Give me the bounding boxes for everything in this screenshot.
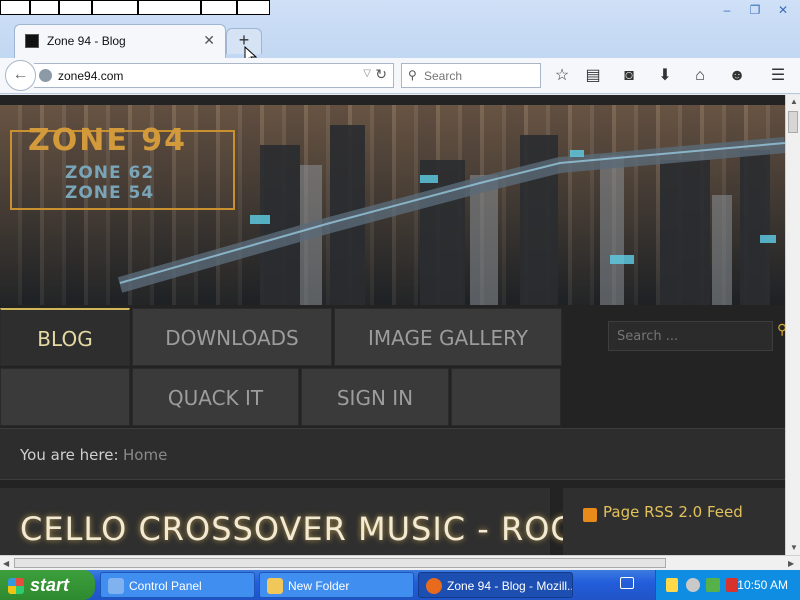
minimize-button[interactable]: – — [720, 4, 734, 16]
firefox-icon — [426, 578, 442, 594]
clock-tray-icon[interactable] — [686, 578, 700, 592]
taskbar-item-label: Control Panel — [129, 579, 202, 593]
site-search-input[interactable] — [609, 322, 772, 350]
site-search-box[interactable] — [608, 321, 773, 351]
window-placeholder-blocks — [0, 0, 270, 15]
url-text[interactable]: zone94.com — [58, 69, 123, 83]
logo-sub-text-1: ZONE 62 — [65, 163, 155, 183]
logo-sub-text-2: ZONE 54 — [65, 183, 155, 203]
scroll-left-icon[interactable]: ◀ — [3, 559, 9, 568]
windows-logo-icon — [8, 578, 24, 594]
taskbar-clock[interactable]: 10:50 AM — [737, 578, 788, 592]
site-search-icon[interactable]: ⚲ — [777, 321, 785, 338]
shield-icon[interactable] — [666, 578, 678, 592]
windows-taskbar: start Control Panel New Folder Zone 94 -… — [0, 570, 800, 600]
download-icon[interactable]: ⬇ — [655, 66, 675, 86]
window-controls: – ❐ ✕ — [720, 4, 790, 16]
taskbar-item-label: New Folder — [288, 579, 350, 593]
rss-icon — [583, 508, 597, 522]
start-button[interactable]: start — [0, 570, 95, 600]
keyboard-icon[interactable] — [620, 577, 634, 589]
breadcrumb-home-link[interactable]: Home — [123, 446, 167, 464]
network-icon[interactable] — [706, 578, 720, 592]
reload-icon[interactable]: ↻ — [375, 66, 387, 83]
breadcrumb: You are here: Home — [0, 428, 785, 480]
taskbar-item-firefox[interactable]: Zone 94 - Blog - Mozill... — [418, 572, 573, 598]
rss-feed-link[interactable]: Page RSS 2.0 Feed — [603, 503, 743, 521]
tab-title: Zone 94 - Blog — [47, 34, 126, 48]
start-label: start — [30, 575, 70, 595]
web-page: ZONE 94 ZONE 62 ZONE 54 BLOG DOWNLOADS I… — [0, 95, 785, 555]
search-icon: ⚲ — [408, 68, 417, 82]
menu-icon[interactable]: ☰ — [768, 66, 788, 86]
favicon-icon — [25, 34, 39, 48]
folder-icon — [267, 578, 283, 594]
globe-icon — [39, 69, 52, 82]
navigation-toolbar: zone94.com ▽ ↻ ← ⚲ ☆ ▤ ◙ ⬇ ⌂ ☻ ☰ — [0, 58, 800, 94]
browser-tab[interactable]: Zone 94 - Blog ✕ — [14, 24, 226, 58]
taskbar-item-control-panel[interactable]: Control Panel — [100, 572, 255, 598]
scroll-down-icon[interactable]: ▼ — [790, 543, 798, 552]
close-window-button[interactable]: ✕ — [776, 4, 790, 16]
nav-spacer-2 — [451, 368, 561, 426]
home-icon[interactable]: ⌂ — [690, 66, 710, 86]
main-navigation: BLOG DOWNLOADS IMAGE GALLERY QUACK IT SI… — [0, 308, 785, 428]
horizontal-scrollbar[interactable]: ◀ ▶ — [0, 555, 800, 570]
star-icon[interactable]: ☆ — [552, 66, 572, 86]
nav-item-downloads[interactable]: DOWNLOADS — [132, 308, 332, 366]
nav-item-sign-in[interactable]: SIGN IN — [301, 368, 449, 426]
control-panel-icon — [108, 578, 124, 594]
article-panel: CELLO CROSSOVER MUSIC - ROCK AND — [0, 488, 679, 555]
vertical-scroll-thumb[interactable] — [788, 111, 798, 133]
security-alert-icon[interactable] — [726, 578, 738, 592]
sidebar-panel: Page RSS 2.0 Feed — [563, 488, 785, 555]
scroll-right-icon[interactable]: ▶ — [788, 559, 794, 568]
back-button[interactable]: ← — [5, 60, 36, 91]
taskbar-item-label: Zone 94 - Blog - Mozill... — [447, 579, 573, 593]
browser-search-box[interactable]: ⚲ — [401, 63, 541, 88]
vertical-scrollbar[interactable]: ▲ ▼ — [785, 95, 800, 555]
nav-item-quack-it[interactable]: QUACK IT — [132, 368, 299, 426]
nav-item-blog[interactable]: BLOG — [0, 308, 130, 366]
url-dropdown-icon[interactable]: ▽ — [363, 68, 371, 79]
browser-search-input[interactable] — [424, 68, 534, 84]
pocket-icon[interactable]: ◙ — [619, 66, 639, 86]
horizontal-scroll-thumb[interactable] — [14, 558, 666, 568]
breadcrumb-label: You are here: — [20, 446, 119, 464]
back-arrow-icon: ← — [12, 66, 29, 83]
logo-main-text: ZONE 94 — [28, 123, 188, 158]
url-bar[interactable]: zone94.com ▽ ↻ — [34, 63, 394, 88]
clipboard-icon[interactable]: ▤ — [583, 66, 603, 86]
chat-icon[interactable]: ☻ — [727, 66, 747, 86]
system-tray: 10:50 AM — [655, 570, 800, 600]
nav-item-image-gallery[interactable]: IMAGE GALLERY — [334, 308, 562, 366]
restore-button[interactable]: ❐ — [748, 4, 762, 16]
tab-close-button[interactable]: ✕ — [203, 32, 215, 49]
nav-spacer — [0, 368, 130, 426]
scroll-up-icon[interactable]: ▲ — [790, 97, 798, 106]
taskbar-item-new-folder[interactable]: New Folder — [259, 572, 414, 598]
